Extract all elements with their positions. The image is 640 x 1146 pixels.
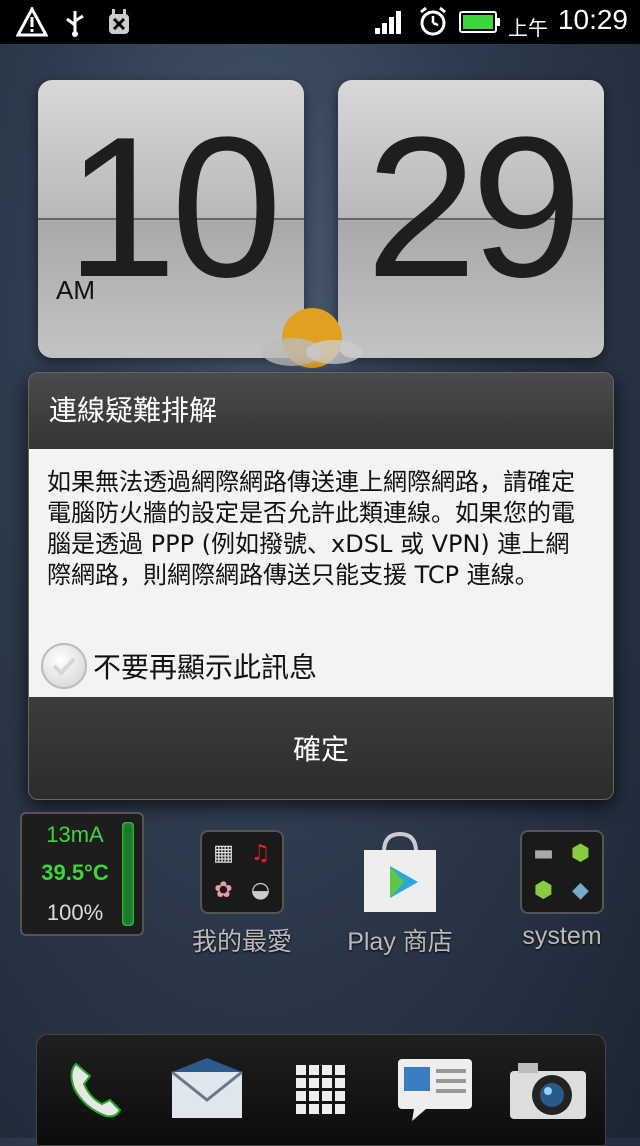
messages-icon[interactable] — [385, 1045, 485, 1135]
dialog-message: 如果無法透過網際網路傳送連上網際網路，請確定電腦防火牆的設定是否允許此類連線。如… — [47, 468, 575, 589]
app-favorites[interactable]: ▦ ♫ ✿ ◒ 我的最愛 — [152, 830, 332, 958]
dialog-footer: 確定 — [29, 697, 613, 799]
alarm-icon — [416, 6, 450, 38]
favorites-folder-icon: ▦ ♫ ✿ ◒ — [200, 830, 284, 914]
signal-icon — [372, 6, 406, 38]
camera-icon[interactable] — [498, 1045, 598, 1135]
dock — [36, 1034, 606, 1146]
mail-icon[interactable] — [157, 1045, 257, 1135]
debug-icon — [102, 6, 136, 38]
app-label: Play 商店 — [347, 928, 453, 956]
battery-current: 13mA — [46, 822, 104, 847]
weather-icon — [262, 290, 362, 370]
system-folder-icon: ▬ ⬢ ⬢ ◆ — [520, 830, 604, 914]
status-ampm: 上午 — [508, 16, 548, 40]
status-time: 10:29 — [557, 4, 628, 35]
usb-icon — [60, 6, 90, 38]
dont-show-again-checkbox[interactable] — [41, 643, 87, 689]
dont-show-again-option[interactable]: 不要再顯示此訊息 — [41, 643, 317, 689]
troubleshoot-dialog: 連線疑難排解 如果無法透過網際網路傳送連上網際網路，請確定電腦防火牆的設定是否允… — [28, 372, 614, 800]
checkbox-label: 不要再顯示此訊息 — [93, 651, 318, 684]
play-store-icon — [358, 830, 442, 914]
ok-button[interactable]: 確定 — [29, 697, 613, 799]
battery-widget[interactable]: 13mA 39.5°C 100% — [20, 812, 144, 936]
phone-icon[interactable] — [44, 1045, 144, 1135]
clock-ampm: AM — [56, 275, 95, 305]
app-label: 我的最愛 — [191, 928, 292, 956]
status-bar: 上午 10:29 — [0, 0, 640, 44]
clock-minutes: 29 — [365, 96, 582, 319]
battery-icon — [458, 6, 502, 38]
battery-temperature: 39.5°C — [41, 860, 109, 885]
battery-level-bar — [122, 822, 134, 926]
clock-minutes-card[interactable]: 29 — [338, 80, 604, 358]
checkmark-icon — [52, 657, 76, 676]
app-drawer-icon[interactable] — [271, 1045, 371, 1135]
app-system[interactable]: ▬ ⬢ ⬢ ◆ system — [472, 830, 640, 951]
app-label: system — [522, 922, 602, 950]
warning-icon — [14, 6, 50, 38]
app-play-store[interactable]: Play 商店 — [310, 830, 490, 958]
dialog-title: 連線疑難排解 — [29, 373, 613, 449]
battery-level: 100% — [46, 900, 104, 925]
